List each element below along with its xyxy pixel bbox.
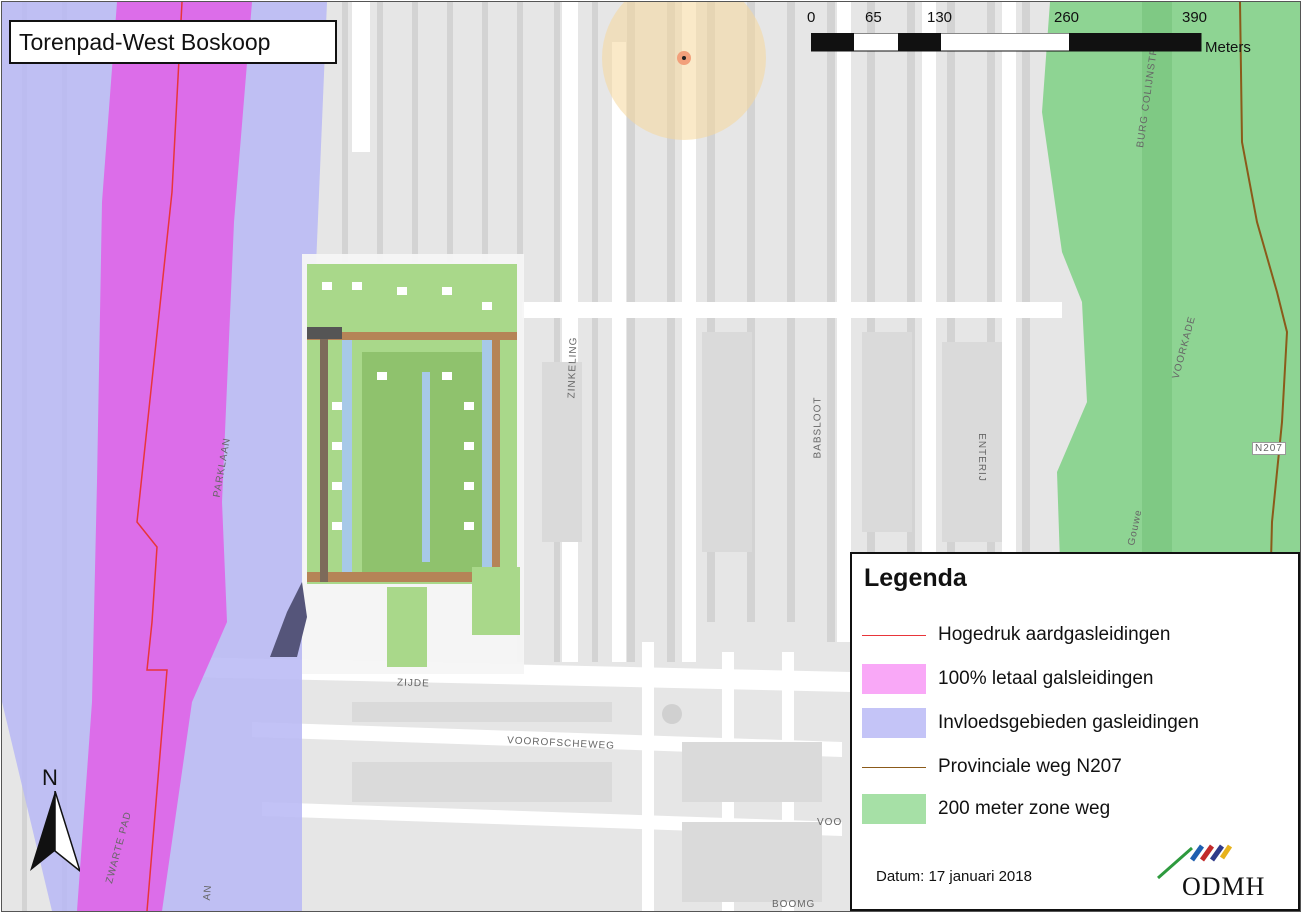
legend-symbol-line-red bbox=[862, 635, 926, 636]
legend-label: Invloedsgebieden gasleidingen bbox=[938, 712, 1199, 733]
legend-item-green-zone: 200 meter zone weg bbox=[862, 794, 1292, 828]
scale-tick-130: 130 bbox=[927, 9, 953, 26]
street-label-an: AN bbox=[201, 884, 215, 901]
odmh-logo: ODMH bbox=[1152, 840, 1282, 904]
scale-tick-390: 390 bbox=[1182, 9, 1208, 26]
legend-symbol-fill-magenta bbox=[862, 664, 926, 694]
legend-symbol-fill-blue bbox=[862, 708, 926, 738]
legend-title: Legenda bbox=[864, 564, 967, 592]
street-label-n207: N207 bbox=[1252, 442, 1286, 455]
legend-label: 100% letaal galsleidingen bbox=[938, 668, 1154, 689]
scale-unit: Meters bbox=[1205, 39, 1251, 56]
scale-bar-graphic bbox=[811, 33, 1202, 52]
risk-point-center bbox=[682, 56, 686, 60]
scale-tick-0: 0 bbox=[807, 9, 816, 26]
map-title-box: Torenpad-West Boskoop bbox=[9, 20, 337, 64]
street-label-zijde: ZIJDE bbox=[396, 677, 430, 690]
legend-label: Hogedruk aardgasleidingen bbox=[938, 624, 1171, 645]
legend-label: Provinciale weg N207 bbox=[938, 756, 1122, 777]
street-label-voo: VOO bbox=[817, 817, 843, 828]
north-arrow-label: N bbox=[42, 765, 58, 790]
legend-item-influence-zone: Invloedsgebieden gasleidingen bbox=[862, 708, 1292, 742]
map-title: Torenpad-West Boskoop bbox=[19, 29, 271, 55]
scale-tick-65: 65 bbox=[865, 9, 882, 26]
street-label-zinkeling: ZINKELING bbox=[566, 336, 580, 399]
legend-label: 200 meter zone weg bbox=[938, 798, 1111, 819]
legend-symbol-line-brown bbox=[862, 767, 926, 768]
legend-symbol-fill-green bbox=[862, 794, 926, 824]
street-label-babsloot: BABSLOOT bbox=[812, 396, 824, 459]
north-arrow: N bbox=[30, 765, 80, 875]
plan-area[interactable] bbox=[270, 254, 524, 674]
legend-item-n207: Provinciale weg N207 bbox=[862, 752, 1292, 786]
legend-panel: Legenda Hogedruk aardgasleidingen 100% l… bbox=[850, 552, 1300, 911]
scale-tick-260: 260 bbox=[1054, 9, 1080, 26]
legend-datum: Datum: 17 januari 2018 bbox=[876, 868, 1032, 885]
odmh-logo-text: ODMH bbox=[1182, 872, 1266, 901]
legend-item-gas-pipeline: Hogedruk aardgasleidingen bbox=[862, 620, 1292, 654]
street-label-enterij: ENTERIJ bbox=[975, 433, 987, 482]
scale-bar: 0 65 130 260 390 Meters bbox=[807, 2, 1277, 62]
map-frame: PARKLAAN ZINKELING BABSLOOT ENTERIJ ZIJD… bbox=[1, 1, 1301, 912]
street-label-boom: BOOMG bbox=[772, 899, 816, 910]
north-arrow-icon bbox=[30, 791, 80, 872]
legend-item-lethal-zone: 100% letaal galsleidingen bbox=[862, 664, 1292, 698]
